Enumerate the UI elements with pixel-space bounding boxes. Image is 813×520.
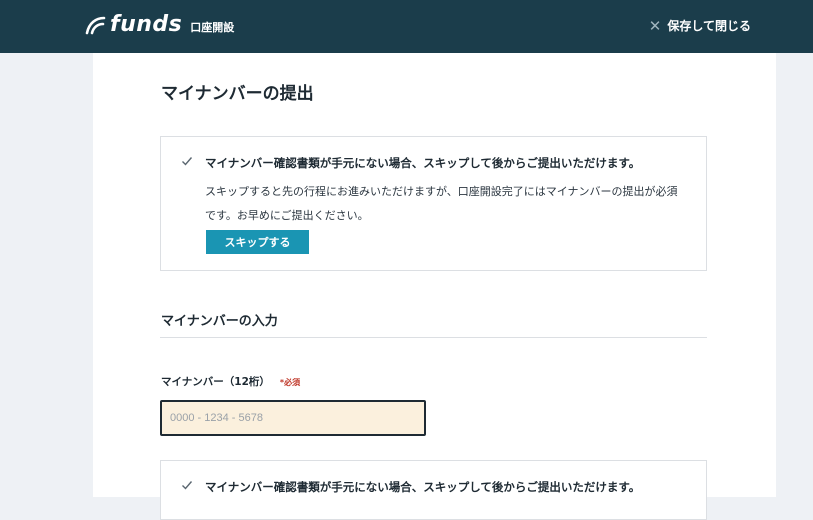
section-divider xyxy=(160,337,707,338)
skip-button[interactable]: スキップする xyxy=(206,230,309,254)
page-title: マイナンバーの提出 xyxy=(161,84,314,104)
required-badge: *必須 xyxy=(279,378,301,387)
main-card: マイナンバーの提出 マイナンバー確認書類が手元にない場合、スキップして後からご提… xyxy=(93,53,776,520)
section-title: マイナンバーの入力 xyxy=(161,314,278,329)
save-and-close-button[interactable]: ✕ 保存して閉じる xyxy=(649,17,751,34)
top-bar: funds 口座開設 ✕ 保存して閉じる xyxy=(0,0,813,53)
brand-subtitle: 口座開設 xyxy=(190,21,235,34)
save-and-close-label: 保存して閉じる xyxy=(667,19,751,33)
skip-notice: マイナンバー確認書類が手元にない場合、スキップして後からご提出いただけます。 ス… xyxy=(160,136,707,271)
field-label-text: マイナンバー（12桁） xyxy=(161,376,270,388)
funds-logo-icon xyxy=(85,16,106,35)
check-icon xyxy=(182,481,193,490)
skip-notice-secondary: マイナンバー確認書類が手元にない場合、スキップして後からご提出いただけます。 xyxy=(160,460,707,520)
notice-body: スキップすると先の行程にお進みいただけますが、口座開設完了にはマイナンバーの提出… xyxy=(205,185,678,222)
check-icon xyxy=(182,157,193,166)
notice-headline: マイナンバー確認書類が手元にない場合、スキップして後からご提出いただけます。 xyxy=(205,156,641,170)
mynumber-input[interactable] xyxy=(160,400,426,436)
brand[interactable]: funds 口座開設 xyxy=(84,13,234,37)
mynumber-field-label: マイナンバー（12桁） *必須 xyxy=(161,374,300,389)
brand-name: funds xyxy=(110,12,183,37)
notice-headline-secondary: マイナンバー確認書類が手元にない場合、スキップして後からご提出いただけます。 xyxy=(205,480,641,494)
close-icon: ✕ xyxy=(648,16,662,35)
